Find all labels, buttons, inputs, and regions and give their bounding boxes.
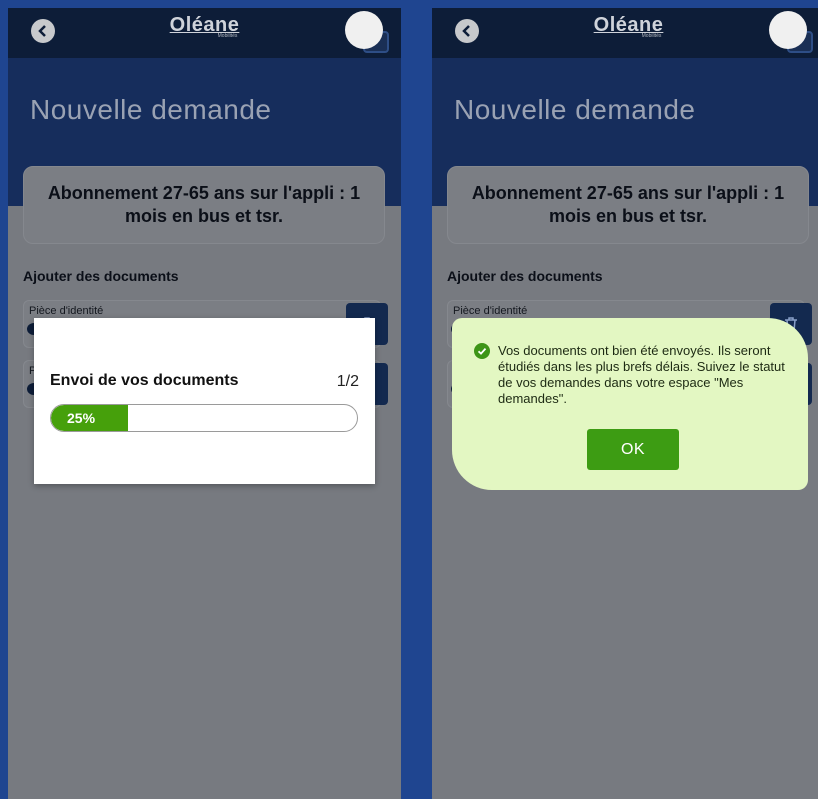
- page-title: Nouvelle demande: [30, 94, 272, 125]
- page-title: Nouvelle demande: [454, 94, 696, 125]
- document-label: Pièce d'identité: [453, 305, 528, 317]
- top-bar: Oléane Mobilités: [8, 8, 401, 58]
- upload-progress-bar: 25%: [50, 404, 358, 432]
- profile-button[interactable]: [345, 11, 389, 53]
- subscription-card: Abonnement 27-65 ans sur l'appli : 1 moi…: [447, 166, 809, 244]
- subscription-card: Abonnement 27-65 ans sur l'appli : 1 moi…: [23, 166, 385, 244]
- documents-section-title: Ajouter des documents: [23, 268, 179, 284]
- upload-modal-title: Envoi de vos documents: [50, 372, 239, 389]
- success-toast: Vos documents ont bien été envoyés. Ils …: [452, 318, 808, 490]
- check-circle-icon: [474, 343, 490, 359]
- upload-progress-fill: 25%: [51, 405, 128, 431]
- avatar: [769, 11, 807, 49]
- documents-section-title: Ajouter des documents: [447, 268, 603, 284]
- upload-modal: Envoi de vos documents 1/2 25%: [34, 318, 375, 484]
- document-label: Pièce d'identité: [29, 305, 104, 317]
- upload-progress-label: 25%: [67, 410, 96, 426]
- brand-logo: Oléane Mobilités: [8, 14, 401, 39]
- screen-uploading: Oléane Mobilités Nouvelle demande Abonne…: [8, 8, 401, 799]
- ok-button[interactable]: OK: [587, 429, 679, 470]
- upload-count: 1/2: [336, 373, 359, 390]
- brand-subtitle: Mobilités: [641, 33, 662, 39]
- profile-button[interactable]: [769, 11, 813, 53]
- avatar: [345, 11, 383, 49]
- brand-logo: Oléane Mobilités: [432, 14, 818, 39]
- top-bar: Oléane Mobilités: [432, 8, 818, 58]
- success-message: Vos documents ont bien été envoyés. Ils …: [498, 343, 785, 406]
- screen-success: Oléane Mobilités Nouvelle demande Abonne…: [432, 8, 818, 799]
